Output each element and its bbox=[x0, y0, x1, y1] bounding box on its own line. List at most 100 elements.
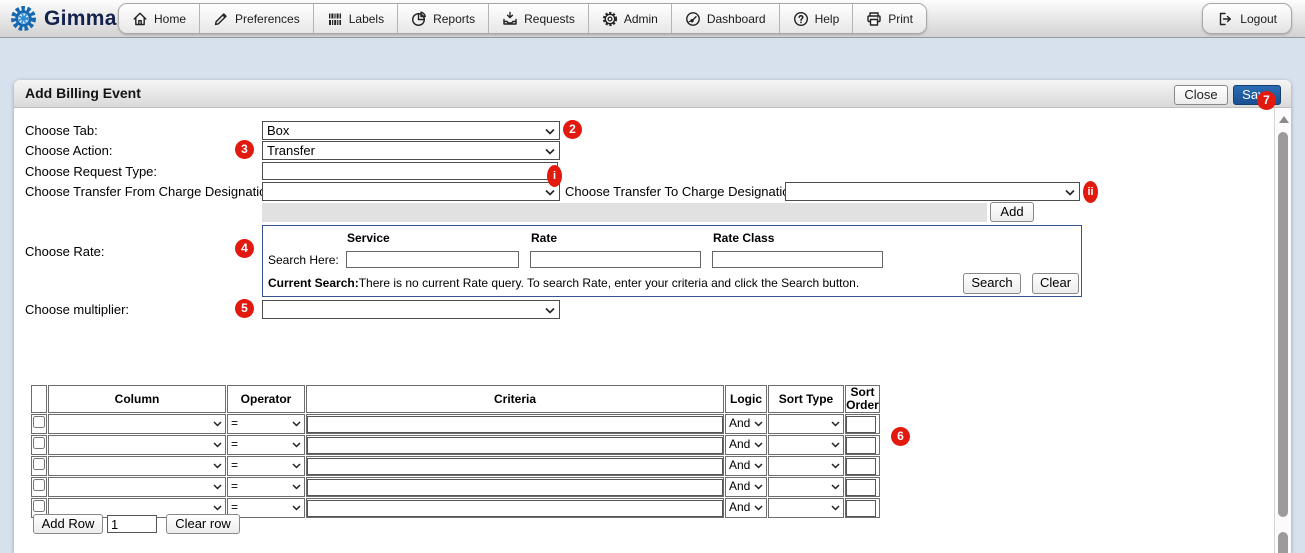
criteria-input[interactable] bbox=[307, 479, 723, 496]
logout-button[interactable]: Logout bbox=[1202, 3, 1292, 34]
choose-multiplier-select[interactable] bbox=[262, 300, 560, 319]
current-search-label: Current Search: bbox=[268, 276, 359, 290]
criteria-table: Column Operator Criteria Logic Sort Type… bbox=[30, 384, 881, 519]
nav-print[interactable]: Print bbox=[853, 4, 926, 33]
logic-select[interactable]: And bbox=[726, 478, 766, 496]
chevron-down-icon bbox=[545, 148, 555, 155]
column-select[interactable] bbox=[49, 478, 225, 496]
logic-select[interactable]: And bbox=[726, 457, 766, 475]
row-checkbox[interactable] bbox=[33, 500, 45, 512]
row-checkbox[interactable] bbox=[33, 416, 45, 428]
sort-type-select[interactable] bbox=[769, 436, 843, 454]
criteria-input[interactable] bbox=[307, 437, 723, 454]
brand-logo: Gimmal bbox=[10, 5, 123, 32]
criteria-row: = And bbox=[31, 414, 880, 434]
row-checkbox[interactable] bbox=[33, 437, 45, 449]
logic-select[interactable]: And bbox=[726, 499, 766, 517]
chevron-down-icon bbox=[831, 421, 840, 427]
sort-type-select[interactable] bbox=[769, 457, 843, 475]
choose-tab-select[interactable]: Box bbox=[262, 121, 560, 140]
nav-dashboard[interactable]: Dashboard bbox=[672, 4, 780, 33]
criteria-input[interactable] bbox=[307, 500, 723, 517]
nav-admin-label: Admin bbox=[624, 12, 658, 26]
transfer-from-select[interactable] bbox=[262, 182, 560, 201]
badge-6: 6 bbox=[891, 427, 910, 446]
choose-request-type-input[interactable] bbox=[262, 162, 558, 180]
operator-select[interactable]: = bbox=[228, 415, 304, 433]
nav-reports[interactable]: Reports bbox=[398, 4, 489, 33]
gimmal-gear-icon bbox=[10, 5, 37, 32]
sort-order-input[interactable] bbox=[846, 416, 876, 433]
rate-rate-input[interactable] bbox=[530, 251, 701, 268]
nav-requests[interactable]: Requests bbox=[489, 4, 589, 33]
nav-print-label: Print bbox=[888, 12, 913, 26]
nav-admin[interactable]: Admin bbox=[589, 4, 672, 33]
operator-value: = bbox=[231, 416, 238, 430]
choose-tab-label: Choose Tab: bbox=[25, 123, 98, 138]
page-title: Add Billing Event bbox=[25, 85, 141, 101]
row-checkbox[interactable] bbox=[33, 479, 45, 491]
operator-select[interactable]: = bbox=[228, 436, 304, 454]
logic-value: And bbox=[729, 479, 750, 493]
inbox-arrow-icon bbox=[502, 11, 518, 27]
nav-home[interactable]: Home bbox=[119, 4, 200, 33]
rate-service-input[interactable] bbox=[346, 251, 519, 268]
chevron-down-icon bbox=[754, 505, 763, 511]
pie-chart-icon bbox=[411, 11, 427, 27]
nav-preferences-label: Preferences bbox=[235, 12, 300, 26]
nav-preferences[interactable]: Preferences bbox=[200, 4, 314, 33]
transfer-to-select[interactable] bbox=[785, 182, 1080, 201]
rate-col-rate-class: Rate Class bbox=[713, 231, 774, 245]
logic-value: And bbox=[729, 437, 750, 451]
choose-action-value: Transfer bbox=[267, 143, 315, 158]
badge-4: 4 bbox=[235, 239, 254, 258]
close-button[interactable]: Close bbox=[1174, 85, 1228, 105]
sort-type-select[interactable] bbox=[769, 478, 843, 496]
column-select[interactable] bbox=[49, 415, 225, 433]
gauge-icon bbox=[685, 11, 701, 27]
add-row-button[interactable]: Add Row bbox=[33, 514, 103, 534]
rate-search-button[interactable]: Search bbox=[963, 273, 1021, 294]
nav-help[interactable]: Help bbox=[780, 4, 854, 33]
scrollbar-thumb[interactable] bbox=[1278, 132, 1288, 517]
row-checkbox[interactable] bbox=[33, 458, 45, 470]
chevron-down-icon bbox=[292, 463, 301, 469]
logic-select[interactable]: And bbox=[726, 415, 766, 433]
operator-select[interactable]: = bbox=[228, 478, 304, 496]
scroll-up-arrow-icon[interactable] bbox=[1279, 116, 1289, 123]
clear-row-button[interactable]: Clear row bbox=[166, 514, 240, 534]
operator-value: = bbox=[231, 437, 238, 451]
rate-class-input[interactable] bbox=[712, 251, 883, 268]
sort-type-select[interactable] bbox=[769, 499, 843, 517]
logic-select[interactable]: And bbox=[726, 436, 766, 454]
sort-order-input[interactable] bbox=[846, 437, 876, 454]
row-count-input[interactable] bbox=[107, 515, 157, 533]
top-bar: Gimmal Home Preferences Labels bbox=[0, 0, 1305, 38]
choose-action-select[interactable]: Transfer bbox=[262, 141, 560, 160]
add-designation-button[interactable]: Add bbox=[990, 202, 1034, 222]
sort-order-input[interactable] bbox=[846, 458, 876, 475]
badge-ii: ii bbox=[1083, 181, 1098, 203]
criteria-input[interactable] bbox=[307, 416, 723, 433]
sort-order-input[interactable] bbox=[846, 500, 876, 517]
criteria-input[interactable] bbox=[307, 458, 723, 475]
printer-icon bbox=[866, 11, 882, 27]
chevron-down-icon bbox=[754, 421, 763, 427]
badge-5: 5 bbox=[235, 299, 254, 318]
column-select[interactable] bbox=[49, 436, 225, 454]
nav-labels[interactable]: Labels bbox=[314, 4, 398, 33]
chevron-down-icon bbox=[213, 463, 222, 469]
rate-clear-button[interactable]: Clear bbox=[1032, 273, 1079, 294]
nav-home-label: Home bbox=[154, 12, 186, 26]
badge-7: 7 bbox=[1257, 91, 1276, 110]
chevron-down-icon bbox=[754, 484, 763, 490]
operator-value: = bbox=[231, 500, 238, 514]
sort-type-select[interactable] bbox=[769, 415, 843, 433]
sort-order-input[interactable] bbox=[846, 479, 876, 496]
current-search-line: Current Search:There is no current Rate … bbox=[268, 276, 859, 290]
operator-select[interactable]: = bbox=[228, 457, 304, 475]
vertical-scrollbar[interactable] bbox=[1274, 108, 1291, 553]
choose-tab-value: Box bbox=[267, 123, 289, 138]
column-select[interactable] bbox=[49, 457, 225, 475]
home-icon bbox=[132, 11, 148, 27]
